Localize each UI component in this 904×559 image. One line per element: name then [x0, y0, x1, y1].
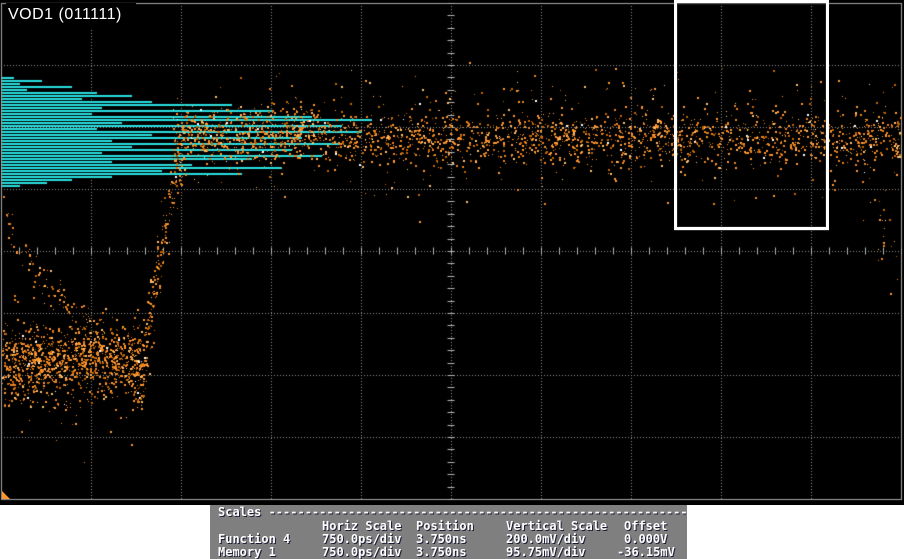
scales-row-vertical-scale: 95.75mV/div — [506, 546, 585, 559]
measurement-selection-box[interactable] — [674, 0, 829, 230]
scales-panel-title: Scales ---------------------------------… — [218, 506, 686, 519]
trace-label: VOD1 (011111) — [6, 3, 136, 29]
scales-panel: Scales ---------------------------------… — [210, 505, 687, 559]
scales-row-horiz-scale: 750.0ps/div — [322, 546, 401, 559]
oscilloscope-screen: VOD1 (011111) Scales -------------------… — [0, 0, 904, 559]
trigger-level-marker-icon — [2, 491, 10, 499]
scales-row-position: 3.750ns — [416, 546, 467, 559]
scales-row-offset: -36.15mV — [617, 546, 675, 559]
scales-row-name: Memory 1 — [218, 546, 276, 559]
